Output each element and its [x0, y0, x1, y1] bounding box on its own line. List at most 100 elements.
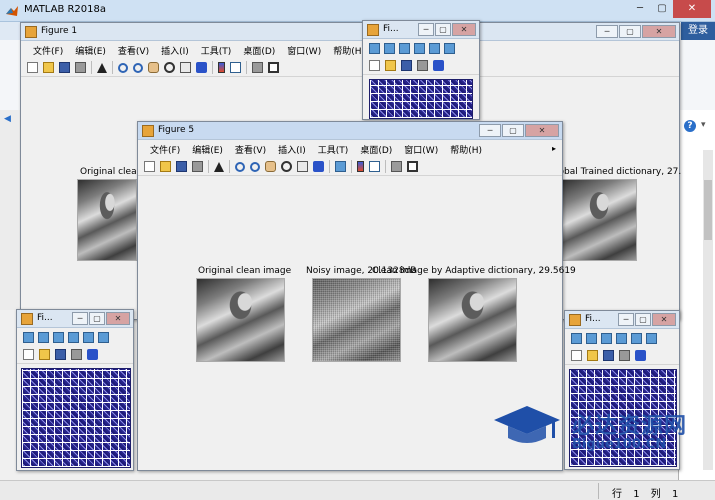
legend-icon[interactable]: [230, 62, 241, 73]
maximize-button[interactable]: ▢: [502, 124, 524, 137]
menu-view[interactable]: 查看(V): [112, 44, 155, 57]
figure-title-bar[interactable]: Fi... ─ ▢ ✕: [17, 310, 133, 328]
rotate-3d-icon[interactable]: [281, 161, 292, 172]
figure-title-bar[interactable]: Figure 1 ─ ▢ ✕: [21, 23, 679, 41]
open-file-icon[interactable]: [39, 349, 50, 360]
linked-plot-icon[interactable]: [616, 333, 627, 344]
linked-plot-icon[interactable]: [586, 333, 597, 344]
menu-help[interactable]: 帮助(H): [444, 143, 488, 156]
linked-plot-icon[interactable]: [571, 333, 582, 344]
colorbar-icon[interactable]: [218, 62, 225, 73]
zoom-in-icon[interactable]: [235, 161, 245, 172]
help-icon[interactable]: ?: [684, 120, 696, 132]
panel-scrollbar[interactable]: [703, 150, 713, 470]
panel-menu-icon[interactable]: ▾: [701, 120, 706, 130]
save-icon[interactable]: [401, 60, 412, 71]
close-button[interactable]: ✕: [673, 0, 711, 18]
figure-title-bar[interactable]: Fi... ─ ▢ ✕: [363, 21, 479, 39]
linked-plot-icon[interactable]: [68, 332, 79, 343]
open-file-icon[interactable]: [160, 161, 171, 172]
maximize-button[interactable]: ▢: [651, 0, 673, 18]
save-icon[interactable]: [176, 161, 187, 172]
menu-desktop[interactable]: 桌面(D): [354, 143, 398, 156]
print-icon[interactable]: [75, 62, 86, 73]
menu-desktop[interactable]: 桌面(D): [237, 44, 281, 57]
minimize-button[interactable]: ─: [418, 23, 434, 36]
menu-insert[interactable]: 插入(I): [155, 44, 195, 57]
hide-plot-tools-icon[interactable]: [252, 62, 263, 73]
hide-plot-tools-icon[interactable]: [391, 161, 402, 172]
new-figure-icon[interactable]: [144, 161, 155, 172]
linked-plot-icon[interactable]: [429, 43, 440, 54]
linked-plot-icon[interactable]: [53, 332, 64, 343]
new-figure-icon[interactable]: [27, 62, 38, 73]
print-icon[interactable]: [417, 60, 428, 71]
linked-plot-icon[interactable]: [414, 43, 425, 54]
linked-plot-icon[interactable]: [384, 43, 395, 54]
rotate-3d-icon[interactable]: [164, 62, 175, 73]
menu-overflow-icon[interactable]: ▸: [552, 144, 556, 153]
minimize-button[interactable]: ─: [596, 25, 618, 38]
menu-file[interactable]: 文件(F): [144, 143, 186, 156]
linked-plot-icon[interactable]: [601, 333, 612, 344]
chevron-left-icon[interactable]: ◀: [4, 114, 11, 124]
close-button[interactable]: ✕: [525, 124, 559, 137]
menu-edit[interactable]: 编辑(E): [69, 44, 112, 57]
figure-title-bar[interactable]: Fi... ─ ▢ ✕: [565, 311, 679, 329]
zoom-out-icon[interactable]: [250, 161, 260, 172]
menu-tools[interactable]: 工具(T): [312, 143, 355, 156]
show-plot-tools-icon[interactable]: [268, 62, 279, 73]
menu-edit[interactable]: 编辑(E): [186, 143, 229, 156]
new-figure-icon[interactable]: [369, 60, 380, 71]
open-file-icon[interactable]: [587, 350, 598, 361]
pointer-icon[interactable]: [214, 161, 224, 172]
login-button[interactable]: 登录: [681, 22, 715, 40]
open-file-icon[interactable]: [385, 60, 396, 71]
menu-file[interactable]: 文件(F): [27, 44, 69, 57]
linked-plot-icon[interactable]: [369, 43, 380, 54]
linked-plot-icon[interactable]: [83, 332, 94, 343]
print-icon[interactable]: [619, 350, 630, 361]
brush-icon[interactable]: [635, 350, 646, 361]
linked-plot-icon[interactable]: [399, 43, 410, 54]
legend-icon[interactable]: [369, 161, 380, 172]
linked-plot-icon[interactable]: [38, 332, 49, 343]
brush-icon[interactable]: [196, 62, 207, 73]
minimize-button[interactable]: ─: [72, 312, 88, 325]
pointer-icon[interactable]: [97, 62, 107, 73]
close-button[interactable]: ✕: [106, 312, 130, 325]
menu-tools[interactable]: 工具(T): [195, 44, 238, 57]
linked-plot-icon[interactable]: [444, 43, 455, 54]
show-plot-tools-icon[interactable]: [407, 161, 418, 172]
maximize-button[interactable]: ▢: [635, 313, 651, 326]
brush-icon[interactable]: [313, 161, 324, 172]
brush-icon[interactable]: [87, 349, 98, 360]
minimize-button[interactable]: ─: [479, 124, 501, 137]
minimize-button[interactable]: ─: [618, 313, 634, 326]
data-cursor-icon[interactable]: [297, 161, 308, 172]
print-icon[interactable]: [71, 349, 82, 360]
maximize-button[interactable]: ▢: [435, 23, 451, 36]
new-figure-icon[interactable]: [23, 349, 34, 360]
save-icon[interactable]: [55, 349, 66, 360]
link-plot-icon[interactable]: [335, 161, 346, 172]
maximize-button[interactable]: ▢: [619, 25, 641, 38]
dictionary-figure-top[interactable]: Fi... ─ ▢ ✕: [362, 20, 480, 120]
menu-window[interactable]: 窗口(W): [281, 44, 327, 57]
zoom-in-icon[interactable]: [118, 62, 128, 73]
pan-icon[interactable]: [148, 62, 159, 73]
brush-icon[interactable]: [433, 60, 444, 71]
linked-plot-icon[interactable]: [646, 333, 657, 344]
figure-title-bar[interactable]: Figure 5 ─ ▢ ✕: [138, 122, 562, 140]
linked-plot-icon[interactable]: [631, 333, 642, 344]
colorbar-icon[interactable]: [357, 161, 364, 172]
menu-window[interactable]: 窗口(W): [398, 143, 444, 156]
zoom-out-icon[interactable]: [133, 62, 143, 73]
open-file-icon[interactable]: [43, 62, 54, 73]
linked-plot-icon[interactable]: [98, 332, 109, 343]
dictionary-figure-left[interactable]: Fi... ─ ▢ ✕: [16, 309, 134, 471]
data-cursor-icon[interactable]: [180, 62, 191, 73]
print-icon[interactable]: [192, 161, 203, 172]
minimize-button[interactable]: ─: [629, 0, 651, 18]
save-icon[interactable]: [59, 62, 70, 73]
